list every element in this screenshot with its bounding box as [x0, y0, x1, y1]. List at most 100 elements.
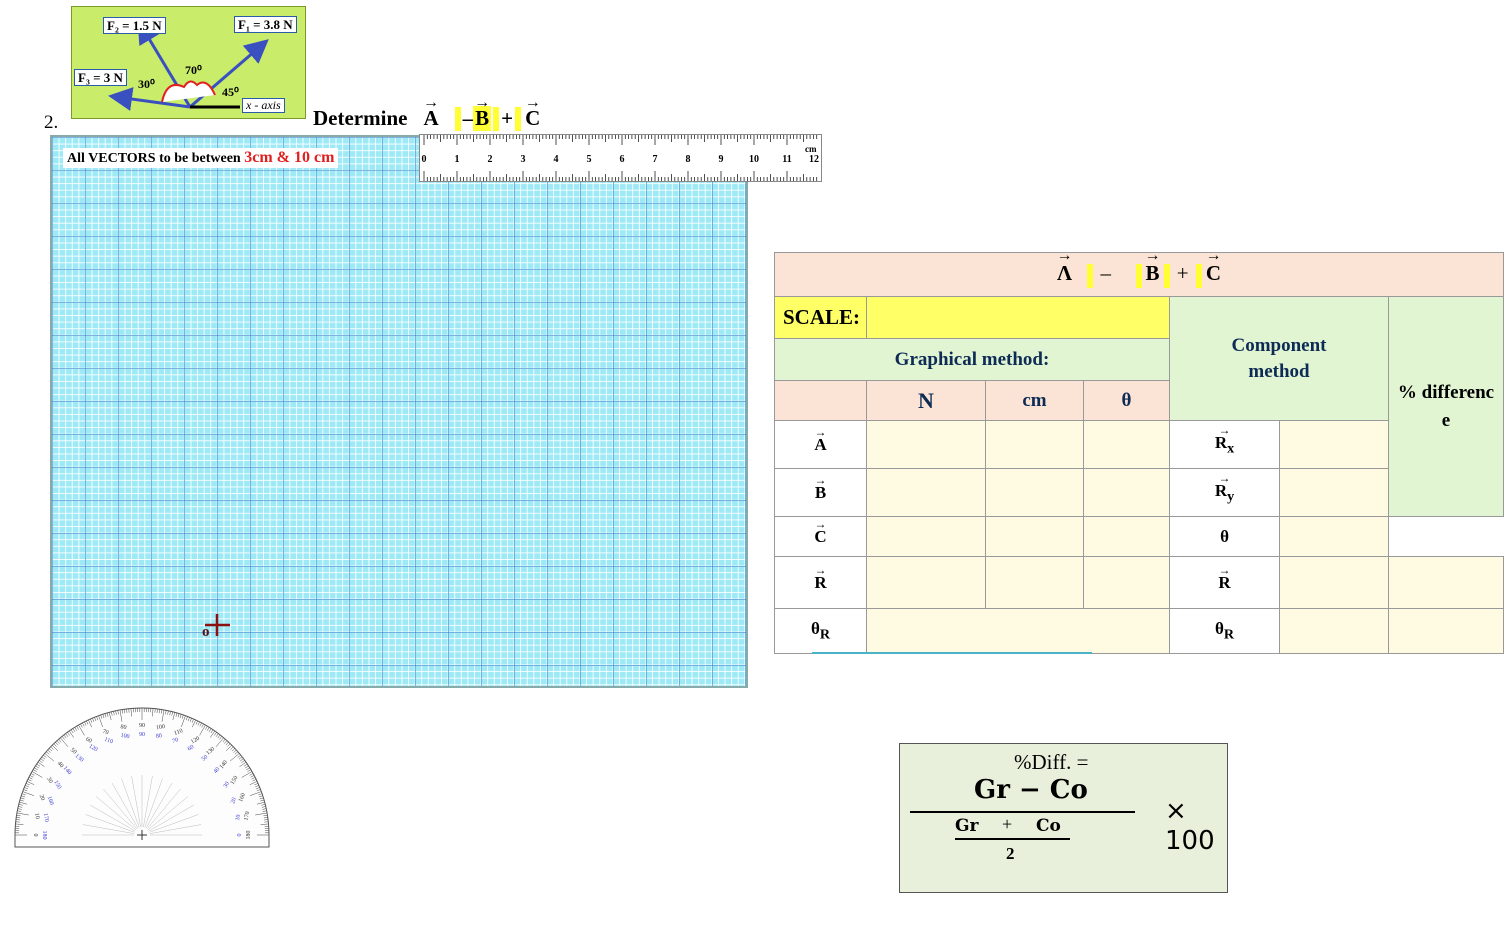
r-cm-input[interactable] [985, 556, 1084, 609]
row-label-ry: → Ry [1169, 468, 1280, 517]
ruler[interactable]: 0 1 2 3 4 5 6 7 8 9 10 11 12 cm [419, 134, 822, 182]
col-header-n: N [866, 380, 986, 421]
ruler-tick-label: 5 [587, 154, 592, 165]
scale-label: SCALE: [774, 296, 867, 339]
row-label-comp-theta: θ [1169, 516, 1280, 557]
comp-theta-input[interactable] [1279, 516, 1389, 557]
ruler-tick-label: 2 [488, 154, 493, 165]
row-label-c: → C [774, 516, 867, 557]
protractor[interactable]: 01020304050607080 90 100110120130140150160… [12, 705, 272, 850]
table-row: → C θ [774, 516, 1504, 557]
row-label-a: → A [774, 420, 867, 469]
inner-fraction-bar [955, 838, 1070, 840]
ruler-tick-label: 10 [749, 154, 759, 165]
ruler-tick-label: 7 [653, 154, 658, 165]
comp-theta-r-input[interactable] [1279, 608, 1389, 654]
x-axis-label: x - axis [242, 98, 285, 113]
ruler-scale: 0 1 2 3 4 5 6 7 8 9 10 11 12cm [422, 135, 819, 181]
question-text: Determine → A – → B + → C [313, 94, 542, 131]
ruler-tick-label: 0 [422, 154, 427, 165]
f2-label: F₂ = 1.5 N [103, 17, 166, 34]
grid-range: 3cm & 10 cm [244, 149, 335, 166]
protractor-inner-label: 90 [139, 732, 145, 738]
r-newtons-input[interactable] [866, 556, 986, 609]
formula-co: Co [1036, 816, 1061, 836]
row-label-theta-r: θR [774, 608, 867, 654]
formula-gr: Gr [955, 816, 979, 836]
protractor-outer-label: 10 [33, 813, 40, 820]
formula-title: %Diff. = [1014, 750, 1089, 774]
ruler-tick-label: 6 [620, 154, 625, 165]
c-cm-input[interactable] [985, 516, 1084, 557]
col-header-theta: θ [1083, 380, 1170, 421]
formula-plus: + [1002, 814, 1013, 834]
vector-b: → B [473, 94, 492, 131]
operator-plus: + [501, 106, 514, 130]
percent-theta-r-input[interactable] [1388, 608, 1504, 654]
comp-r-input[interactable] [1279, 556, 1389, 609]
formula-two: 2 [1006, 844, 1015, 863]
percent-r-input[interactable] [1388, 556, 1504, 609]
protractor-outer-label: 90 [139, 723, 145, 729]
b-newtons-input[interactable] [866, 468, 986, 517]
component-method-header: Component method [1169, 296, 1389, 421]
results-table: → Λ – → B + → C SCALE: Component method % d… [774, 247, 1504, 654]
percent-difference-header: % differenc e [1388, 296, 1504, 517]
row-label-rx: → Rx [1169, 420, 1280, 469]
protractor-inner-label: 10 [235, 814, 242, 821]
formula-numerator: Gr − Co [974, 775, 1088, 805]
protractor-inner-label: 0 [237, 834, 243, 837]
theta-r-graphical-input[interactable] [866, 608, 1170, 654]
angle-arcs [161, 80, 216, 103]
main-fraction-bar [910, 811, 1135, 813]
c-newtons-input[interactable] [866, 516, 986, 557]
vector-c: → C [524, 94, 541, 130]
c-theta-input[interactable] [1083, 516, 1170, 557]
question-number: 2. [44, 112, 59, 133]
table-row: θR θR [774, 608, 1504, 654]
ruler-tick-label: 4 [554, 154, 559, 165]
vector-a: → A [423, 94, 440, 130]
a-newtons-input[interactable] [866, 420, 986, 469]
f3-label: F₃ = 3 N [74, 69, 127, 86]
ruler-tick-label: 11 [782, 154, 791, 165]
origin-label: o [202, 624, 210, 640]
ry-input[interactable] [1279, 468, 1389, 517]
protractor-outer-label: 180 [246, 831, 252, 840]
table-row: → R → R [774, 556, 1504, 609]
angle-label-30: 30⁰ [138, 77, 155, 91]
graph-paper[interactable] [50, 135, 748, 688]
grid-instruction: All VECTORS to be between 3cm & 10 cm [63, 148, 339, 168]
row-label-comp-theta-r: θR [1169, 608, 1280, 654]
table-title: → Λ – → B + → C [774, 247, 1504, 297]
percent-difference-formula: %Diff. = Gr − Co Gr + Co 2 × 100 [899, 743, 1228, 893]
angle-label-70: 70⁰ [185, 63, 202, 77]
operator-minus: – [462, 106, 474, 130]
corner-cell [774, 380, 867, 421]
protractor-outer-label: 80 [120, 724, 127, 731]
table-underline [812, 652, 1092, 654]
col-header-cm: cm [985, 380, 1084, 421]
rx-input[interactable] [1279, 420, 1389, 469]
scale-input[interactable] [866, 296, 1170, 339]
b-cm-input[interactable] [985, 468, 1084, 517]
row-label-comp-r: → R [1169, 556, 1280, 609]
row-label-r: → R [774, 556, 867, 609]
a-cm-input[interactable] [985, 420, 1084, 469]
a-theta-input[interactable] [1083, 420, 1170, 469]
protractor-inner-label: 80 [156, 733, 163, 740]
ruler-tick-label: 3 [521, 154, 526, 165]
row-label-b: → B [774, 468, 867, 517]
force-diagram: F₂ = 1.5 N F₁ = 3.8 N F₃ = 3 N 70⁰ 30⁰ 4… [71, 6, 306, 119]
ruler-unit-label: cm [805, 144, 817, 154]
protractor-outer-label: 0 [32, 834, 38, 837]
graphical-method-header: Graphical method: [774, 338, 1170, 381]
ruler-tick-label: 9 [719, 154, 724, 165]
r-theta-input[interactable] [1083, 556, 1170, 609]
determine-word: Determine [313, 106, 408, 130]
b-theta-input[interactable] [1083, 468, 1170, 517]
protractor-inner-label: 180 [41, 831, 47, 840]
f1-label: F₁ = 3.8 N [234, 16, 297, 33]
ruler-tick-label: 8 [686, 154, 691, 165]
angle-label-45: 45⁰ [222, 85, 239, 99]
